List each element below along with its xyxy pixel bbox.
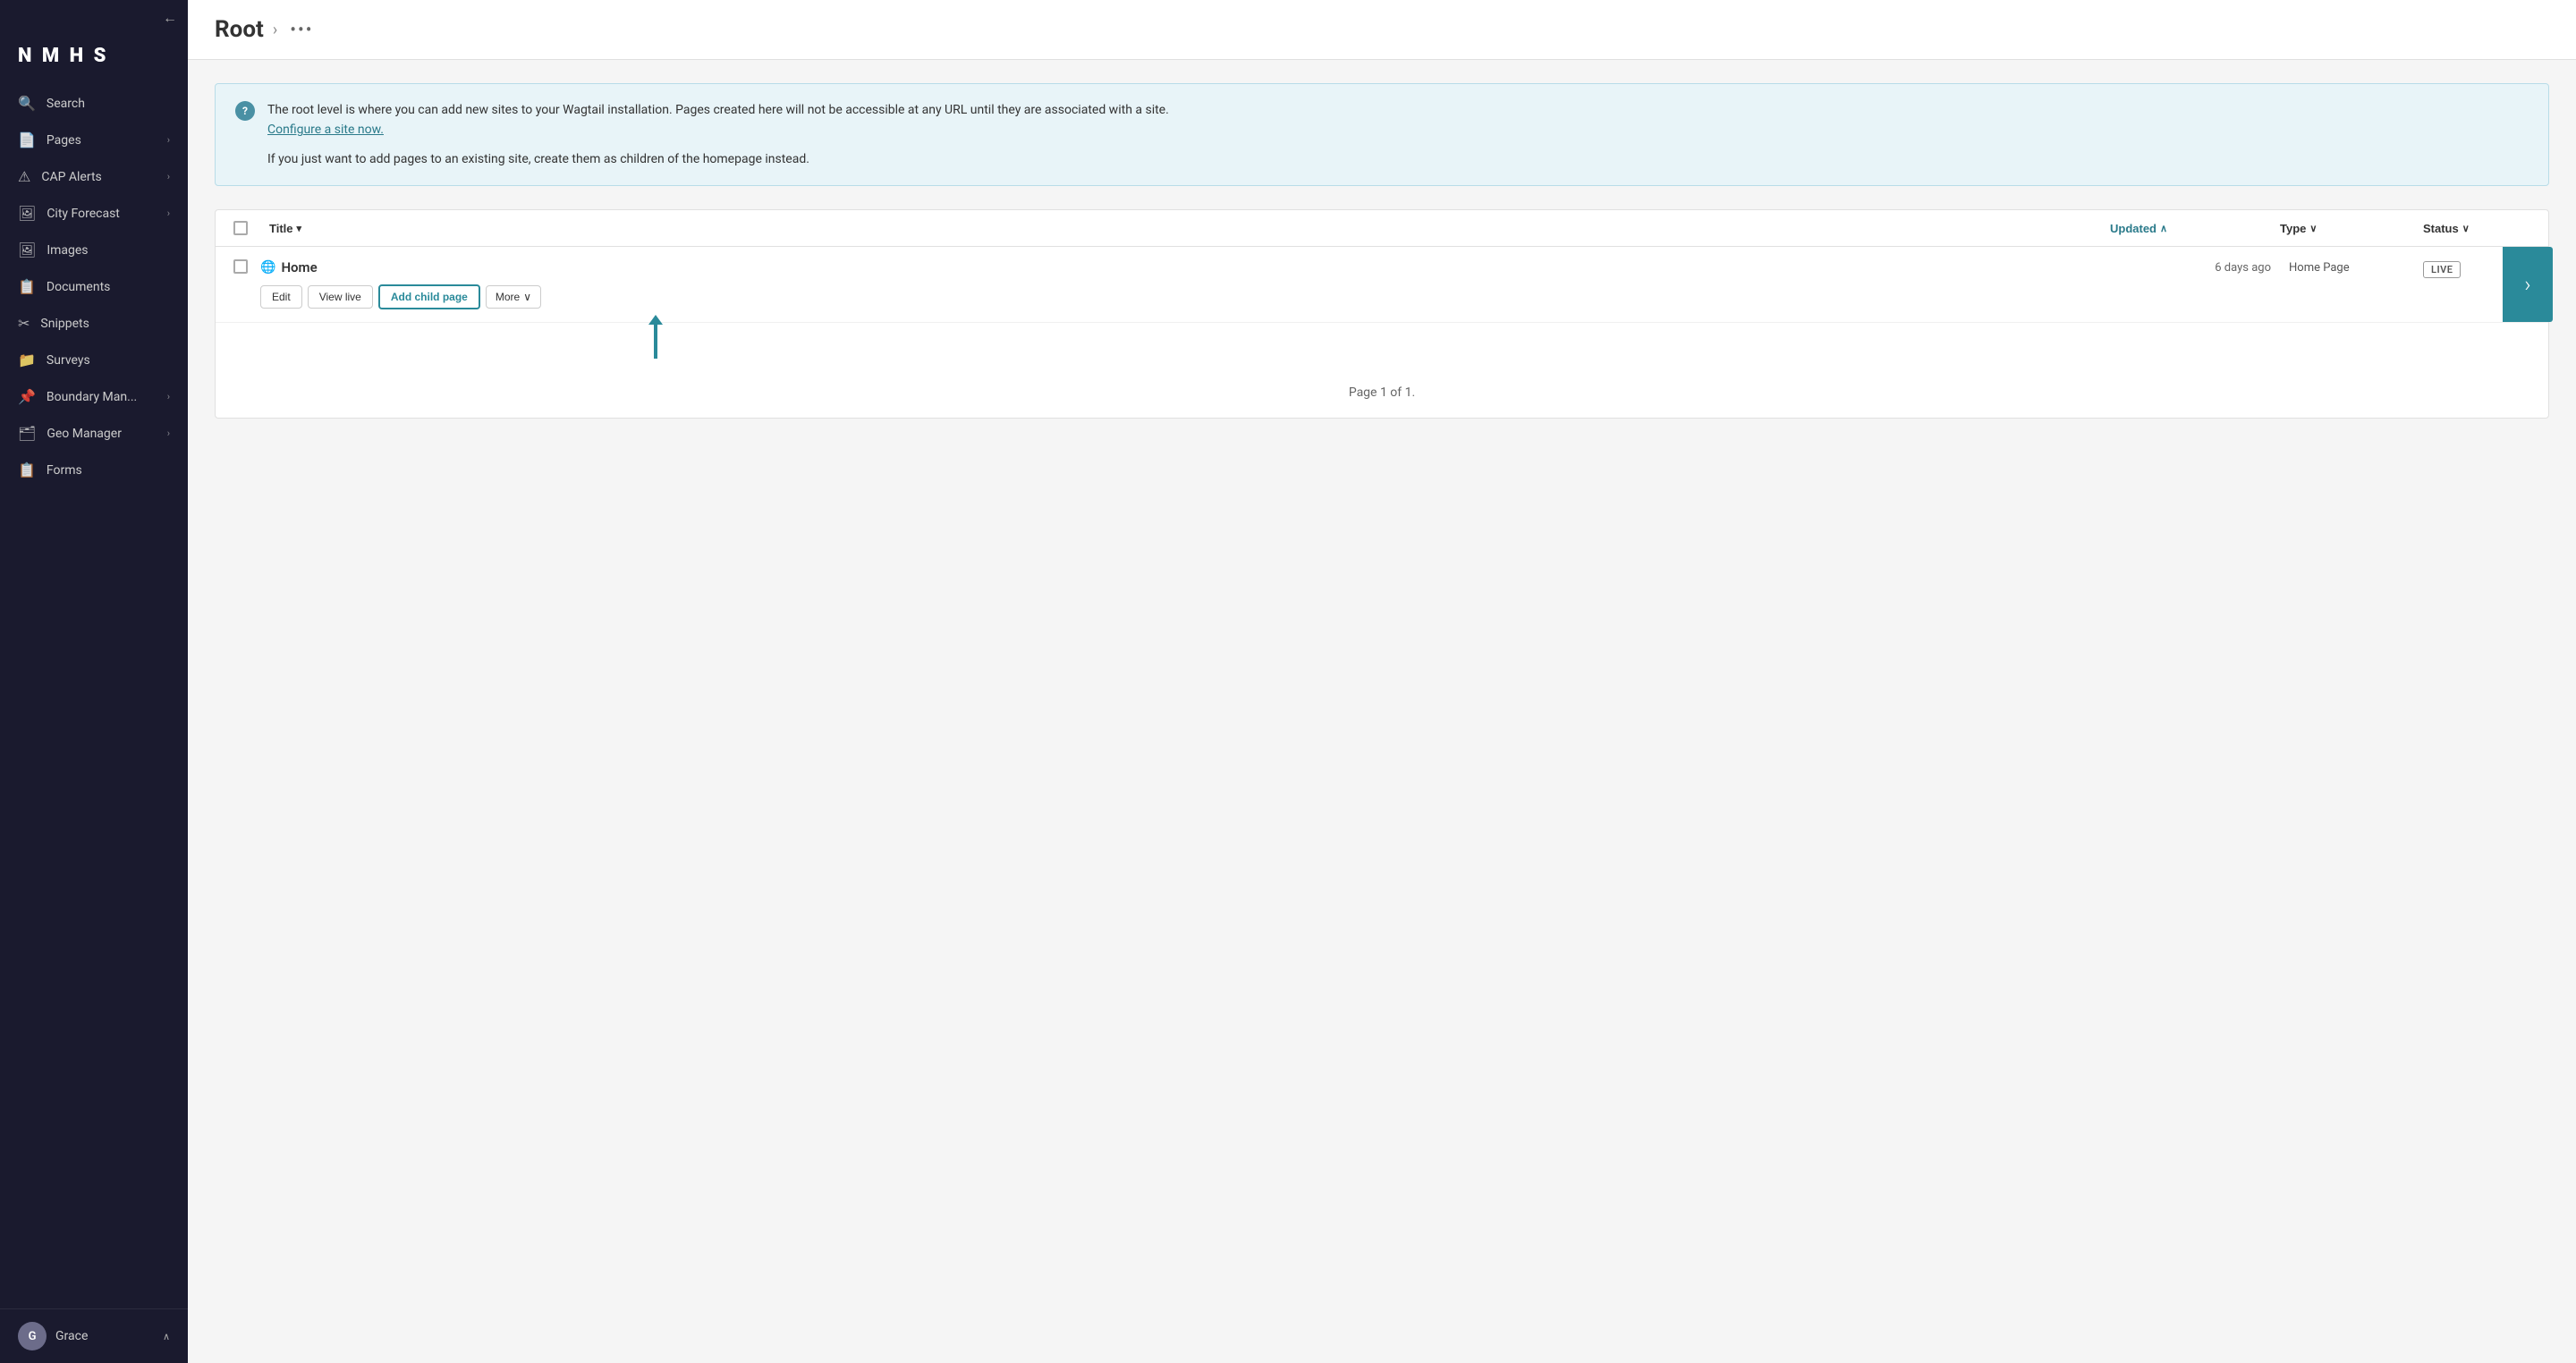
chevron-right-icon: › (167, 428, 170, 439)
pages-icon: 📄 (18, 131, 36, 148)
arrow-head (648, 315, 663, 325)
sort-arrow-up-icon: ∧ (2160, 223, 2167, 234)
sort-by-type-button[interactable]: Type ∨ (2280, 222, 2317, 235)
chevron-right-icon: › (167, 391, 170, 402)
sidebar-item-snippets[interactable]: ✂ Snippets (0, 305, 188, 342)
info-icon: ? (235, 101, 255, 121)
sidebar-item-label: Search (47, 97, 170, 111)
select-all-checkbox[interactable] (233, 221, 248, 235)
info-text-line2: If you just want to add pages to an exis… (267, 149, 1169, 169)
table-row: 🌐 Home Edit View live Add child page Mor… (216, 247, 2548, 323)
sidebar-item-pages[interactable]: 📄 Pages › (0, 122, 188, 158)
sidebar-item-label: Pages (47, 133, 157, 148)
sidebar-item-geo-manager[interactable]: 🗂 Geo Manager › (0, 415, 188, 452)
chevron-right-icon: › (167, 171, 170, 182)
user-name: Grace (55, 1329, 154, 1343)
cap-alerts-icon: ⚠ (18, 168, 30, 185)
sidebar-item-label: Forms (47, 463, 170, 478)
sidebar-item-search[interactable]: 🔍 Search (0, 85, 188, 122)
sidebar-item-surveys[interactable]: 📁 Surveys (0, 342, 188, 378)
sidebar-item-label: Boundary Man... (47, 390, 157, 404)
annotation-arrow (654, 323, 657, 359)
search-icon: 🔍 (18, 95, 36, 112)
forms-icon: 📋 (18, 461, 36, 478)
sort-arrow-icon: ▾ (297, 223, 302, 234)
row-title-area: 🌐 Home Edit View live Add child page Mor… (260, 259, 2128, 309)
sidebar-item-label: Documents (47, 280, 170, 294)
row-actions: Edit View live Add child page More ∨ (260, 284, 2128, 309)
configure-site-link[interactable]: Configure a site now. (267, 123, 384, 137)
sidebar-logo: N M H S (0, 36, 188, 85)
sidebar-item-documents[interactable]: 📋 Documents (0, 268, 188, 305)
page-title: Root (215, 16, 264, 43)
sidebar-item-images[interactable]: 🖼 Images (0, 232, 188, 268)
sidebar-item-label: Geo Manager (47, 427, 156, 441)
select-all-checkbox-col (233, 221, 260, 235)
avatar: G (18, 1322, 47, 1350)
sort-by-status-button[interactable]: Status ∨ (2423, 222, 2470, 235)
sidebar-item-city-forecast[interactable]: 🖼 City Forecast › (0, 195, 188, 232)
edit-button[interactable]: Edit (260, 285, 302, 309)
more-button[interactable]: More ∨ (486, 285, 541, 309)
sidebar-footer[interactable]: G Grace ∧ (0, 1308, 188, 1363)
sidebar-item-forms[interactable]: 📋 Forms (0, 452, 188, 488)
city-forecast-icon: 🖼 (18, 205, 36, 222)
row-checkbox[interactable] (233, 259, 248, 274)
table-header: Title ▾ Updated ∧ Type ∨ (216, 210, 2548, 247)
chevron-up-icon: ∧ (163, 1331, 170, 1342)
geo-icon: 🗂 (18, 425, 36, 442)
topbar: Root › ••• (188, 0, 2576, 60)
row-updated: 6 days ago (2128, 259, 2271, 275)
sidebar-item-cap-alerts[interactable]: ⚠ CAP Alerts › (0, 158, 188, 195)
main-content: Root › ••• ? The root level is where you… (188, 0, 2576, 1363)
col-status: Status ∨ (2414, 222, 2530, 235)
col-type: Type ∨ (2262, 222, 2405, 235)
sort-by-title-button[interactable]: Title ▾ (269, 222, 301, 235)
images-icon: 🖼 (18, 241, 36, 258)
globe-icon: 🌐 (260, 260, 275, 275)
info-banner: ? The root level is where you can add ne… (215, 83, 2549, 186)
sidebar: ← N M H S 🔍 Search 📄 Pages › ⚠ CAP Alert… (0, 0, 188, 1363)
sidebar-item-label: Surveys (47, 353, 170, 368)
boundary-icon: 📌 (18, 388, 36, 405)
content-area: ? The root level is where you can add ne… (188, 60, 2576, 1363)
snippets-icon: ✂ (18, 315, 30, 332)
chevron-right-icon: › (167, 207, 170, 219)
arrow-annotation (216, 323, 2548, 368)
pagination: Page 1 of 1. (216, 368, 2548, 418)
more-chevron-icon: ∨ (523, 291, 531, 303)
sidebar-item-label: Images (47, 243, 170, 258)
sidebar-item-label: Snippets (40, 317, 170, 331)
sidebar-collapse-button[interactable]: ← (0, 0, 188, 36)
documents-icon: 📋 (18, 278, 36, 295)
more-options-button[interactable]: ••• (290, 19, 313, 40)
sort-status-arrow-icon: ∨ (2462, 223, 2470, 234)
page-table: Title ▾ Updated ∧ Type ∨ (215, 209, 2549, 419)
row-checkbox-col (233, 259, 260, 274)
sort-type-arrow-icon: ∨ (2309, 223, 2317, 234)
info-text-line1: The root level is where you can add new … (267, 100, 1169, 140)
col-title: Title ▾ (269, 222, 2101, 235)
breadcrumb-chevron-icon: › (273, 21, 277, 39)
sidebar-nav: 🔍 Search 📄 Pages › ⚠ CAP Alerts › 🖼 City… (0, 85, 188, 1308)
status-badge: LIVE (2423, 261, 2461, 278)
arrow-shaft (654, 323, 657, 359)
sort-by-updated-button[interactable]: Updated ∧ (2110, 222, 2167, 235)
navigate-right-icon: › (2524, 272, 2530, 297)
add-child-page-button[interactable]: Add child page (378, 284, 480, 309)
chevron-right-icon: › (167, 134, 170, 146)
sidebar-item-boundary-manager[interactable]: 📌 Boundary Man... › (0, 378, 188, 415)
row-navigate-button[interactable]: › (2503, 247, 2553, 322)
sidebar-item-label: City Forecast (47, 207, 156, 221)
sidebar-item-label: CAP Alerts (41, 170, 156, 184)
view-live-button[interactable]: View live (308, 285, 373, 309)
surveys-icon: 📁 (18, 351, 36, 368)
collapse-icon: ← (163, 9, 177, 27)
row-page-title: 🌐 Home (260, 259, 2128, 275)
col-updated: Updated ∧ (2110, 222, 2253, 235)
row-type: Home Page (2271, 259, 2414, 275)
more-label: More (496, 291, 520, 303)
page-title-text: Home (281, 259, 317, 275)
info-text: The root level is where you can add new … (267, 100, 1169, 169)
